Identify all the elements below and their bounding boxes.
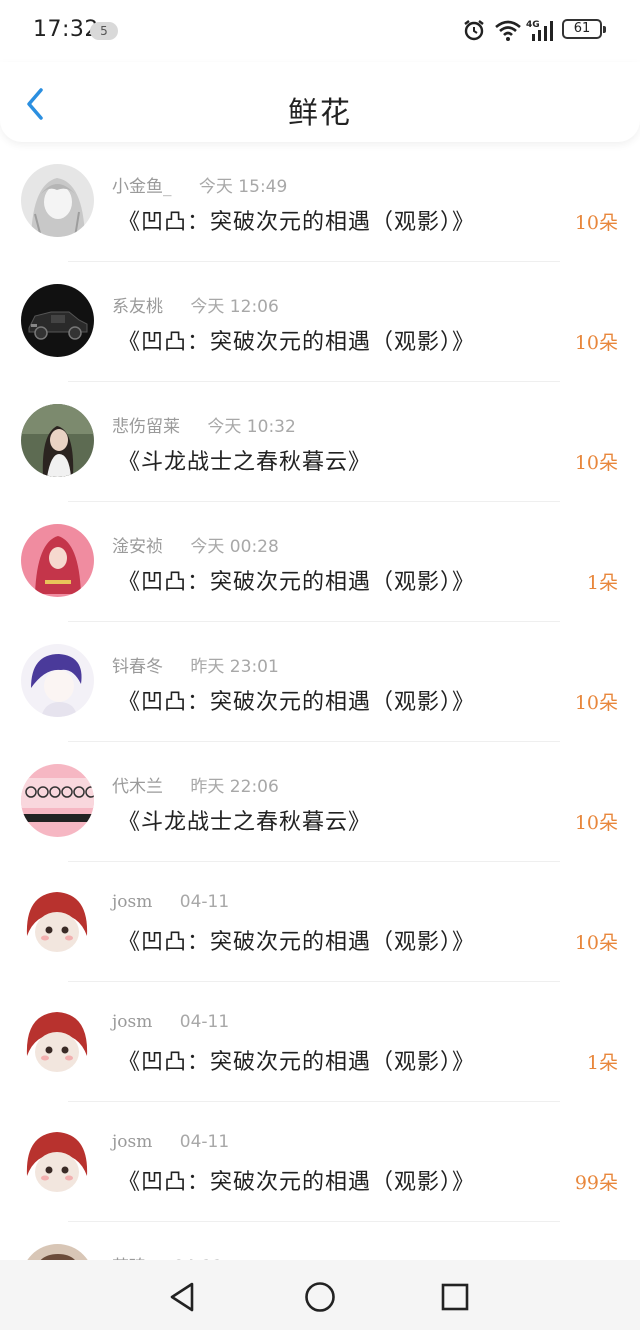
circle-home-icon (305, 1282, 335, 1312)
user-name: 钭春冬 (112, 657, 163, 677)
flower-count: 99朵 (574, 1172, 618, 1194)
flower-count: 10朵 (574, 452, 618, 474)
nav-recents-button[interactable] (438, 1280, 472, 1314)
user-name: josm (112, 1012, 153, 1032)
svg-text:4G: 4G (526, 20, 540, 30)
avatar[interactable] (21, 164, 94, 237)
user-name: 代木兰 (112, 777, 163, 797)
work-title[interactable]: 《凹凸：突破次元的相遇（观影）》 (118, 324, 475, 356)
work-title[interactable]: 《凹凸：突破次元的相遇（观影）》 (118, 564, 475, 596)
timestamp: 今天 10:32 (207, 417, 296, 437)
page-header: 鲜花 (0, 62, 640, 142)
avatar[interactable] (21, 644, 94, 717)
timestamp: 04-11 (179, 1012, 230, 1032)
timestamp: 04-11 (179, 1132, 230, 1152)
work-title[interactable]: 《凹凸：突破次元的相遇（观影）》 (118, 924, 475, 956)
user-name: josm (112, 892, 153, 912)
list-item[interactable]: 小金鱼_ 今天 15:49 《凹凸：突破次元的相遇（观影）》 10朵 (0, 142, 640, 262)
avatar[interactable] (21, 1244, 94, 1260)
avatar[interactable] (21, 1004, 94, 1077)
list-item[interactable]: 代木兰 昨天 22:06 《斗龙战士之春秋暮云》 10朵 (0, 742, 640, 862)
signal-4g-icon: 4G (526, 20, 553, 41)
flower-count: 1朵 (586, 572, 618, 594)
black-car-avatar (21, 284, 94, 357)
notification-badge: 5 (90, 22, 118, 40)
work-title[interactable]: 《斗龙战士之春秋暮云》 (118, 444, 371, 476)
doll-avatar (21, 1004, 94, 1077)
list-item[interactable]: 系友桃 今天 12:06 《凹凸：突破次元的相遇（观影）》 10朵 (0, 262, 640, 382)
girl-photo-avatar (21, 404, 94, 477)
flower-count: 10朵 (574, 332, 618, 354)
timestamp: 昨天 23:01 (190, 657, 279, 677)
timestamp: 今天 00:28 (190, 537, 279, 557)
system-nav-bar (0, 1260, 640, 1330)
timestamp: 今天 12:06 (190, 297, 279, 317)
list-item[interactable]: 钭春冬 昨天 23:01 《凹凸：突破次元的相遇（观影）》 10朵 (0, 622, 640, 742)
triangle-back-icon (170, 1282, 194, 1312)
avatar[interactable] (21, 764, 94, 837)
list-item[interactable]: 淦安祯 今天 00:28 《凹凸：突破次元的相遇（观影）》 1朵 (0, 502, 640, 622)
list-item[interactable]: josm 04-11 《凹凸：突破次元的相遇（观影）》 99朵 (0, 1102, 640, 1222)
doll-avatar (21, 1124, 94, 1197)
list-item[interactable]: josm 04-11 《凹凸：突破次元的相遇（观影）》 1朵 (0, 982, 640, 1102)
avatar[interactable] (21, 884, 94, 957)
avatar[interactable] (21, 404, 94, 477)
flower-count: 10朵 (574, 692, 618, 714)
work-title[interactable]: 《斗龙战士之春秋暮云》 (118, 804, 371, 836)
work-title[interactable]: 《凹凸：突破次元的相遇（观影）》 (118, 1164, 475, 1196)
flower-record-list: 小金鱼_ 今天 15:49 《凹凸：突破次元的相遇（观影）》 10朵 系友桃 今… (0, 142, 640, 1260)
page-title: 鲜花 (288, 96, 352, 131)
user-name: 悲伤留莱 (112, 417, 180, 437)
avatar[interactable] (21, 524, 94, 597)
pink-pattern-avatar (21, 764, 94, 837)
list-item[interactable]: josm 04-11 《凹凸：突破次元的相遇（观影）》 10朵 (0, 862, 640, 982)
avatar[interactable] (21, 1124, 94, 1197)
user-name: 系友桃 (112, 297, 163, 317)
flower-count: 10朵 (574, 212, 618, 234)
flower-count: 10朵 (574, 812, 618, 834)
anime-girl-sketch-avatar (21, 164, 94, 237)
work-title[interactable]: 《凹凸：突破次元的相遇（观影）》 (118, 204, 475, 236)
purple-hair-avatar (21, 644, 94, 717)
doll-avatar (21, 884, 94, 957)
timestamp: 今天 15:49 (198, 177, 288, 197)
red-hood-avatar (21, 524, 94, 597)
timestamp: 04-11 (179, 892, 230, 912)
status-bar: 17:32 5 4G 61 (0, 0, 640, 62)
user-name: 小金鱼_ (112, 177, 172, 197)
flower-count: 1朵 (586, 1052, 618, 1074)
work-title[interactable]: 《凹凸：突破次元的相遇（观影）》 (118, 1044, 475, 1076)
user-name: 淦安祯 (112, 537, 163, 557)
alarm-icon (464, 20, 484, 41)
work-title[interactable]: 《凹凸：突破次元的相遇（观影）》 (118, 684, 475, 716)
flower-count: 10朵 (574, 932, 618, 954)
nav-back-button[interactable] (166, 1280, 200, 1314)
person-avatar (21, 1244, 94, 1260)
nav-home-button[interactable] (303, 1280, 337, 1314)
user-name: josm (112, 1132, 153, 1152)
wifi-icon (495, 20, 521, 41)
square-recents-icon (441, 1283, 469, 1311)
list-item[interactable]: 悲伤留莱 今天 10:32 《斗龙战士之春秋暮云》 10朵 (0, 382, 640, 502)
avatar[interactable] (21, 284, 94, 357)
list-item[interactable]: 若瑰 04-11 (0, 1222, 640, 1260)
battery-indicator: 61 (562, 19, 606, 39)
timestamp: 昨天 22:06 (190, 777, 279, 797)
